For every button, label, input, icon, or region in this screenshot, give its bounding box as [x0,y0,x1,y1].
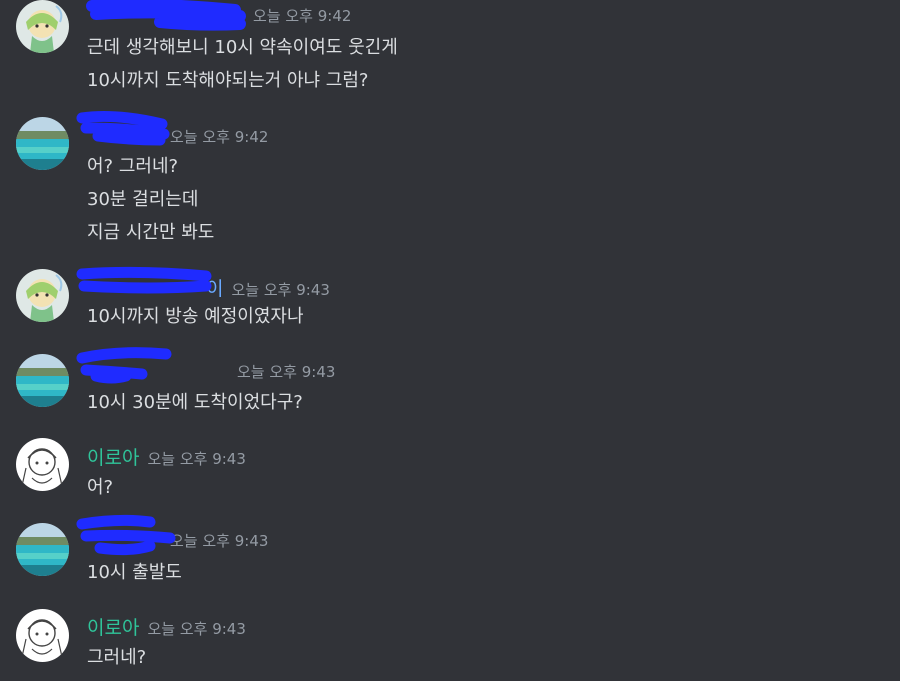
sketch-avatar-icon [16,438,69,491]
message-text: 30분 걸리는데 [87,189,199,210]
anime-girl-avatar-icon [16,0,69,53]
avatar[interactable] [16,117,69,170]
timestamp: 오늘 오후 9:43 [147,450,246,468]
beach-avatar-icon [16,523,69,576]
message-header: 오늘 오후 9:42 [87,4,351,30]
message-text: 어? 그러네? [87,156,179,177]
message-text: 근데 생각해보니 10시 약속이여도 웃긴게 [87,37,398,58]
timestamp: 오늘 오후 9:43 [147,620,246,638]
message-text: 그러네? [87,647,147,668]
author-name[interactable]: 이로아 [87,617,139,639]
timestamp: 오늘 오후 9:42 [170,128,269,146]
message-header: 이로아 오늘 오후 9:43 [87,443,246,469]
avatar[interactable] [16,609,69,662]
message-text: 어? [87,477,114,498]
timestamp: 오늘 오후 9:43 [170,532,269,550]
message-text: 10시까지 방송 예정이였자나 [87,306,304,327]
author-name-suffix[interactable]: 이 [206,278,223,300]
avatar[interactable] [16,0,69,53]
message-header: 이로아 오늘 오후 9:43 [87,613,246,639]
message-text: 10시 출발도 [87,562,182,583]
message-header: 이 오늘 오후 9:43 [87,274,330,300]
author-name[interactable]: 이로아 [87,447,139,469]
anime-girl-avatar-icon [16,269,69,322]
message-header: 오늘 오후 9:42 [87,125,268,151]
message-header: 오늘 오후 9:43 [87,360,335,386]
sketch-avatar-icon [16,609,69,662]
timestamp: 오늘 오후 9:43 [237,363,336,381]
avatar[interactable] [16,523,69,576]
message-text: 10시까지 도착해야되는거 아냐 그럼? [87,70,369,91]
chat-message-list: 오늘 오후 9:42 근데 생각해보니 10시 약속이여도 웃긴게 10시까지 … [0,0,900,681]
avatar[interactable] [16,438,69,491]
timestamp: 오늘 오후 9:42 [253,7,352,25]
beach-avatar-icon [16,354,69,407]
message-text: 10시 30분에 도착이었다구? [87,392,303,413]
message-text: 지금 시간만 봐도 [87,222,215,243]
timestamp: 오늘 오후 9:43 [231,281,330,299]
beach-avatar-icon [16,117,69,170]
avatar[interactable] [16,354,69,407]
avatar[interactable] [16,269,69,322]
message-header: 오늘 오후 9:43 [87,529,268,555]
